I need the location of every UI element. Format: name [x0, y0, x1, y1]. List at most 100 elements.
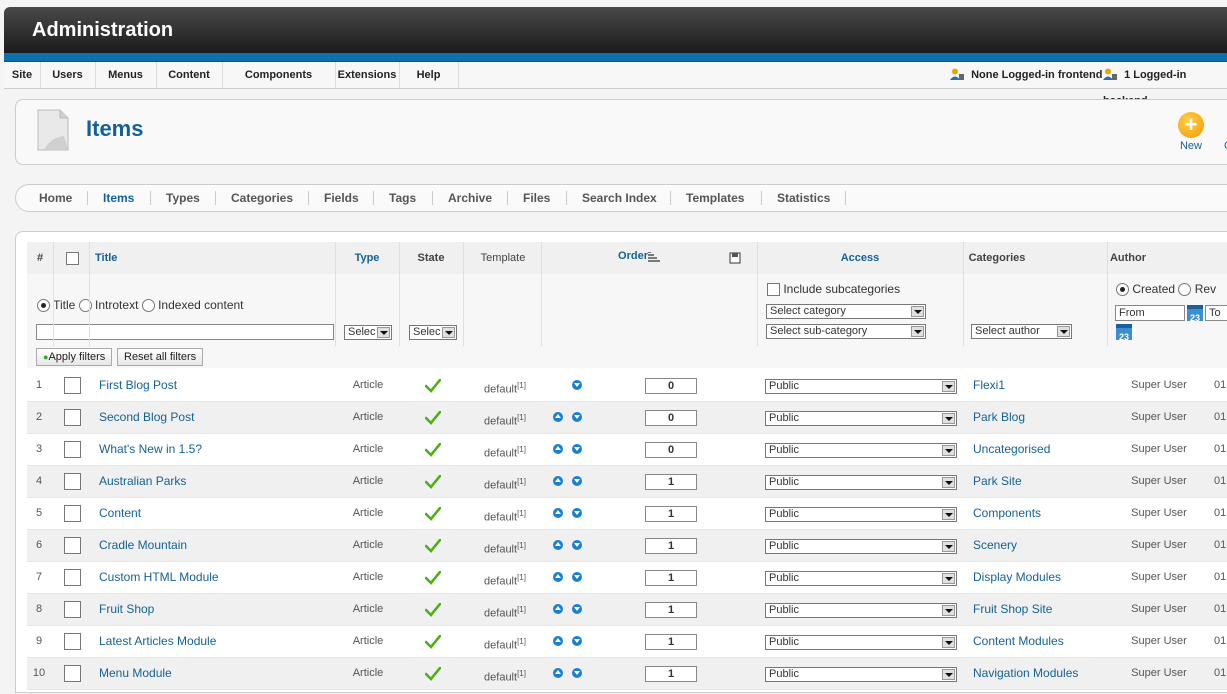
item-category-link[interactable]: Components — [973, 498, 1041, 529]
item-title-link[interactable]: Menu Module — [99, 658, 172, 689]
published-check-icon[interactable] — [425, 635, 441, 649]
item-category-link[interactable]: Park Blog — [973, 402, 1025, 433]
subnav-statistics[interactable]: Statistics — [777, 185, 830, 211]
subnav-search-index[interactable]: Search Index — [582, 185, 657, 211]
date-revised-radio[interactable] — [1178, 283, 1192, 297]
published-check-icon[interactable] — [425, 571, 441, 585]
move-down-icon[interactable] — [572, 668, 582, 678]
item-category-link[interactable]: Fruit Shop Site — [973, 594, 1052, 625]
frontend-status[interactable]: None Logged-in frontend — [950, 62, 1102, 88]
order-input[interactable]: 0 — [645, 442, 697, 458]
move-up-icon[interactable] — [553, 604, 563, 614]
move-down-icon[interactable] — [572, 636, 582, 646]
col-title[interactable]: Title — [95, 242, 117, 274]
menu-menus[interactable]: Menus — [95, 62, 157, 88]
move-up-icon[interactable] — [553, 668, 563, 678]
calendar-icon[interactable]: 23 — [1116, 324, 1132, 342]
select-all-checkbox[interactable] — [63, 242, 81, 274]
published-check-icon[interactable] — [425, 411, 441, 425]
published-check-icon[interactable] — [425, 603, 441, 617]
item-category-link[interactable]: Uncategorised — [973, 434, 1050, 465]
row-checkbox[interactable] — [64, 402, 81, 433]
menu-content[interactable]: Content — [156, 62, 223, 88]
move-up-icon[interactable] — [553, 572, 563, 582]
reset-filters-button[interactable]: Reset all filters — [117, 348, 204, 366]
item-title-link[interactable]: Fruit Shop — [99, 594, 154, 625]
item-category-link[interactable]: Display Modules — [973, 562, 1061, 593]
category-select[interactable]: Select category — [766, 304, 926, 319]
subnav-types[interactable]: Types — [166, 185, 200, 211]
include-subcategories-checkbox[interactable] — [767, 283, 780, 297]
access-select[interactable]: Public — [765, 635, 957, 650]
menu-site[interactable]: Site — [4, 62, 41, 88]
order-input[interactable]: 1 — [645, 538, 697, 554]
scope-indexed-radio[interactable] — [141, 299, 155, 313]
item-title-link[interactable]: First Blog Post — [99, 370, 177, 401]
col-type[interactable]: Type — [345, 242, 389, 274]
menu-users[interactable]: Users — [40, 62, 96, 88]
move-up-icon[interactable] — [553, 476, 563, 486]
item-category-link[interactable]: Park Site — [973, 466, 1022, 497]
item-title-link[interactable]: Content — [99, 498, 141, 529]
item-category-link[interactable]: Scenery — [973, 530, 1017, 561]
subnav-items[interactable]: Items — [103, 185, 134, 211]
subnav-fields[interactable]: Fields — [324, 185, 359, 211]
author-select[interactable]: Select author — [971, 324, 1072, 339]
type-filter-select[interactable]: Selec — [344, 325, 392, 340]
date-to-input[interactable]: To — [1205, 305, 1227, 321]
subnav-files[interactable]: Files — [523, 185, 550, 211]
order-input[interactable]: 1 — [645, 634, 697, 650]
move-down-icon[interactable] — [572, 572, 582, 582]
calendar-icon[interactable]: 23 — [1187, 305, 1203, 323]
access-select[interactable]: Public — [765, 507, 957, 522]
access-select[interactable]: Public — [765, 667, 957, 682]
move-up-icon[interactable] — [553, 540, 563, 550]
state-filter-select[interactable]: Selec — [409, 325, 457, 340]
save-order-icon[interactable] — [729, 252, 741, 264]
new-button[interactable]: + New — [1176, 112, 1206, 152]
apply-filters-button[interactable]: ●Apply filters — [36, 348, 113, 366]
subnav-home[interactable]: Home — [39, 185, 72, 211]
col-access[interactable]: Access — [827, 242, 893, 274]
order-input[interactable]: 1 — [645, 570, 697, 586]
order-input[interactable]: 1 — [645, 602, 697, 618]
row-checkbox[interactable] — [64, 370, 81, 401]
move-down-icon[interactable] — [572, 380, 582, 390]
item-title-link[interactable]: Custom HTML Module — [99, 562, 219, 593]
published-check-icon[interactable] — [425, 379, 441, 393]
backend-status[interactable]: 1 Logged-in backend — [1103, 62, 1227, 107]
published-check-icon[interactable] — [425, 539, 441, 553]
include-subcategories[interactable]: Include subcategories — [767, 282, 900, 297]
subnav-tags[interactable]: Tags — [389, 185, 416, 211]
row-checkbox[interactable] — [64, 498, 81, 529]
order-input[interactable]: 1 — [645, 506, 697, 522]
row-checkbox[interactable] — [64, 658, 81, 689]
subnav-categories[interactable]: Categories — [231, 185, 293, 211]
item-category-link[interactable]: Flexi1 — [973, 370, 1005, 401]
access-select[interactable]: Public — [765, 475, 957, 490]
search-input[interactable] — [36, 324, 334, 340]
menu-components[interactable]: Components — [222, 62, 336, 88]
published-check-icon[interactable] — [425, 667, 441, 681]
date-from-input[interactable]: From — [1115, 305, 1185, 321]
move-down-icon[interactable] — [572, 508, 582, 518]
col-order[interactable]: Order — [613, 242, 653, 274]
access-select[interactable]: Public — [765, 443, 957, 458]
sort-order-icon[interactable] — [648, 252, 660, 262]
col-state[interactable]: State — [411, 242, 451, 274]
move-up-icon[interactable] — [553, 636, 563, 646]
col-author[interactable]: Author — [1105, 242, 1151, 274]
row-checkbox[interactable] — [64, 434, 81, 465]
access-select[interactable]: Public — [765, 411, 957, 426]
item-category-link[interactable]: Navigation Modules — [973, 658, 1078, 689]
move-down-icon[interactable] — [572, 540, 582, 550]
move-up-icon[interactable] — [553, 412, 563, 422]
item-title-link[interactable]: What's New in 1.5? — [99, 434, 202, 465]
move-up-icon[interactable] — [553, 508, 563, 518]
order-input[interactable]: 0 — [645, 410, 697, 426]
subnav-templates[interactable]: Templates — [686, 185, 744, 211]
row-checkbox[interactable] — [64, 626, 81, 657]
item-title-link[interactable]: Australian Parks — [99, 466, 186, 497]
menu-help[interactable]: Help — [399, 62, 459, 88]
order-input[interactable]: 0 — [645, 378, 697, 394]
